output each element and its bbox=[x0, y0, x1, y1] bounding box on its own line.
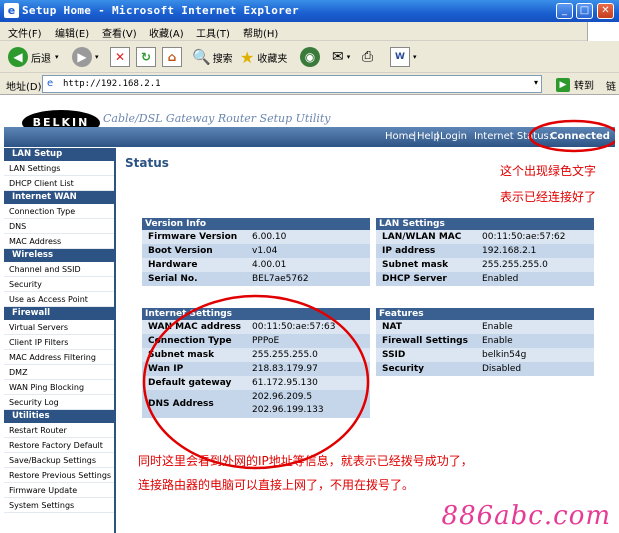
media-button[interactable]: ◉ bbox=[300, 45, 320, 69]
dropdown-arrow-icon[interactable]: ▾ bbox=[95, 53, 99, 61]
watermark-text: 886abc.com bbox=[441, 501, 611, 531]
minimize-button[interactable]: _ bbox=[556, 3, 573, 19]
address-input[interactable]: e http://192.168.2.1 ▾ bbox=[42, 75, 542, 93]
annotation-text: 同时这里会看到外网的IP地址等信息，就表示已经拨号成功了， bbox=[138, 454, 473, 468]
links-label[interactable]: 链 bbox=[606, 78, 616, 93]
back-arrow-icon: ◀ bbox=[8, 47, 28, 67]
close-button[interactable]: ✕ bbox=[597, 3, 614, 19]
menu-file[interactable]: 文件(F) bbox=[8, 25, 42, 40]
go-arrow-icon: ▶ bbox=[556, 77, 570, 92]
favorites-button[interactable]: ★ 收藏夹 bbox=[240, 45, 287, 69]
back-button[interactable]: ◀ 后退 ▾ bbox=[8, 45, 59, 69]
annotation-text: 这个出现绿色文字 bbox=[500, 164, 597, 178]
dropdown-arrow-icon[interactable]: ▾ bbox=[55, 53, 59, 61]
dropdown-arrow-icon[interactable]: ▾ bbox=[534, 78, 538, 87]
printer-icon: ⎙ bbox=[362, 49, 374, 65]
menu-tools[interactable]: 工具(T) bbox=[196, 25, 230, 40]
stop-icon: ✕ bbox=[110, 47, 130, 67]
mail-icon: ✉ bbox=[332, 49, 344, 65]
go-button[interactable]: ▶ 转到 bbox=[556, 77, 594, 92]
home-button[interactable]: ⌂ bbox=[162, 45, 182, 69]
word-icon: W bbox=[390, 47, 410, 67]
refresh-button[interactable]: ↻ bbox=[136, 45, 156, 69]
forward-button[interactable]: ▶ ▾ bbox=[72, 45, 99, 69]
dropdown-arrow-icon[interactable]: ▾ bbox=[347, 53, 351, 61]
toolbar: ◀ 后退 ▾ ▶ ▾ ✕ ↻ ⌂ 🔍 搜索 ★ 收藏夹 ◉ ✉ ▾ ⎙ W ▾ bbox=[0, 41, 619, 73]
mail-button[interactable]: ✉ ▾ bbox=[332, 45, 350, 69]
edit-button[interactable]: W ▾ bbox=[390, 45, 417, 69]
home-icon: ⌂ bbox=[162, 47, 182, 67]
menu-favorites[interactable]: 收藏(A) bbox=[149, 25, 184, 40]
internet-settings-highlight-circle bbox=[142, 294, 370, 470]
menu-bar: 文件(F) 编辑(E) 查看(V) 收藏(A) 工具(T) 帮助(H) bbox=[0, 22, 619, 41]
menu-help[interactable]: 帮助(H) bbox=[243, 25, 278, 40]
star-icon: ★ bbox=[240, 47, 255, 67]
ie-icon: e bbox=[4, 3, 19, 18]
search-button[interactable]: 🔍 搜索 bbox=[192, 45, 233, 69]
maximize-button[interactable]: □ bbox=[576, 3, 593, 19]
refresh-icon: ↻ bbox=[136, 47, 156, 67]
forward-arrow-icon: ▶ bbox=[72, 47, 92, 67]
annotation-text: 表示已经连接好了 bbox=[500, 190, 597, 204]
window-title: Setup Home - Microsoft Internet Explorer bbox=[22, 4, 299, 17]
status-highlight-circle bbox=[528, 119, 615, 153]
annotation-text: 连接路由器的电脑可以直接上网了，不用在拨号了。 bbox=[138, 478, 415, 492]
media-icon: ◉ bbox=[300, 47, 320, 67]
address-label: 地址(D) bbox=[6, 82, 42, 93]
stop-button[interactable]: ✕ bbox=[110, 45, 130, 69]
address-bar: 地址(D) e http://192.168.2.1 ▾ ▶ 转到 链 bbox=[0, 73, 619, 95]
page-content: BELKIN Cable/DSL Gateway Router Setup Ut… bbox=[4, 96, 615, 533]
search-icon: 🔍 bbox=[192, 48, 211, 66]
menu-edit[interactable]: 编辑(E) bbox=[55, 25, 89, 40]
dropdown-arrow-icon[interactable]: ▾ bbox=[413, 53, 417, 61]
menu-view[interactable]: 查看(V) bbox=[102, 25, 137, 40]
print-button[interactable]: ⎙ bbox=[362, 45, 373, 69]
window-title-bar: e Setup Home - Microsoft Internet Explor… bbox=[0, 0, 619, 22]
windows-logo-icon bbox=[587, 22, 619, 41]
page-icon: e bbox=[47, 78, 54, 89]
